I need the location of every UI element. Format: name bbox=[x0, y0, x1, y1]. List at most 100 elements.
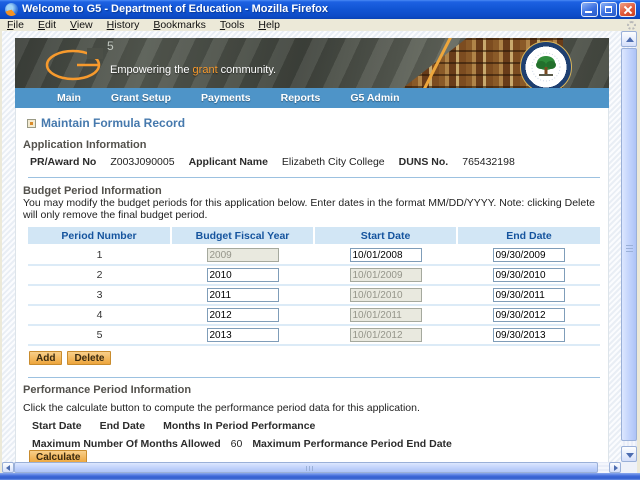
months-in-period-label: Months In Period Performance bbox=[163, 420, 316, 432]
nav-payments[interactable]: Payments bbox=[201, 92, 251, 104]
tagline: Empowering the grant community. bbox=[110, 64, 277, 76]
page-content: Maintain Formula Record Application Info… bbox=[15, 108, 609, 462]
table-row: 3 bbox=[28, 285, 600, 305]
start-date-input bbox=[349, 308, 422, 322]
menu-bookmarks[interactable]: Bookmarks bbox=[146, 19, 213, 31]
start-date-input[interactable] bbox=[349, 248, 422, 262]
restore-button[interactable] bbox=[600, 2, 617, 17]
nav-reports[interactable]: Reports bbox=[281, 92, 321, 104]
scrollbar-corner bbox=[621, 462, 637, 473]
start-date-label: Start Date bbox=[32, 420, 82, 432]
horizontal-scrollbar-thumb[interactable] bbox=[14, 462, 598, 473]
table-row: 4 bbox=[28, 305, 600, 325]
nav-grant-setup[interactable]: Grant Setup bbox=[111, 92, 171, 104]
budget-fiscal-year-input[interactable] bbox=[206, 308, 279, 322]
period-number-cell: 5 bbox=[96, 329, 103, 341]
calculate-button[interactable]: Calculate bbox=[29, 450, 88, 462]
applicant-name-value: Elizabeth City College bbox=[281, 156, 385, 168]
menu-history[interactable]: History bbox=[100, 19, 147, 31]
vertical-scrollbar[interactable] bbox=[621, 31, 637, 462]
add-button[interactable]: Add bbox=[29, 351, 63, 365]
end-date-input[interactable] bbox=[492, 288, 565, 302]
scroll-up-button[interactable] bbox=[621, 31, 637, 47]
end-date-input-cell bbox=[457, 285, 600, 305]
end-date-input-cell bbox=[457, 245, 600, 265]
end-date-input[interactable] bbox=[492, 248, 565, 262]
col-budget-fiscal-year: Budget Fiscal Year bbox=[171, 227, 315, 245]
budget-period-table: Period Number Budget Fiscal Year Start D… bbox=[28, 227, 600, 346]
start-date-input-cell bbox=[314, 305, 457, 325]
section-divider bbox=[28, 177, 600, 178]
table-row: 2 bbox=[28, 265, 600, 285]
table-row: 1 bbox=[28, 245, 600, 265]
col-end-date: End Date bbox=[457, 227, 600, 245]
end-date-input[interactable] bbox=[492, 328, 565, 342]
menu-edit[interactable]: Edit bbox=[31, 19, 63, 31]
pr-award-label: PR/Award No bbox=[30, 156, 97, 168]
firefox-icon bbox=[5, 3, 18, 16]
throbber-icon bbox=[627, 20, 636, 30]
performance-instructions: Click the calculate button to compute th… bbox=[23, 402, 420, 414]
scroll-right-button[interactable] bbox=[609, 462, 621, 473]
budget-fiscal-year-input[interactable] bbox=[206, 268, 279, 282]
nav-bar: Main Grant Setup Payments Reports G5 Adm… bbox=[15, 88, 609, 108]
budget-fiscal-year-input-cell bbox=[171, 285, 314, 305]
applicant-name-label: Applicant Name bbox=[188, 156, 268, 168]
pr-award-value: Z003J090005 bbox=[110, 156, 175, 168]
period-number-cell: 3 bbox=[96, 289, 103, 301]
budget-fiscal-year-input[interactable] bbox=[206, 328, 279, 342]
scroll-down-button[interactable] bbox=[621, 446, 637, 462]
minimize-button[interactable] bbox=[581, 2, 598, 17]
window-bottom-border bbox=[0, 473, 640, 480]
menu-file[interactable]: File bbox=[0, 19, 31, 31]
start-date-input bbox=[349, 288, 422, 302]
start-date-input bbox=[349, 268, 422, 282]
delete-button[interactable]: Delete bbox=[67, 351, 112, 365]
period-number-cell: 1 bbox=[96, 249, 103, 261]
end-date-input[interactable] bbox=[492, 308, 565, 322]
nav-main[interactable]: Main bbox=[57, 92, 81, 104]
budget-fiscal-year-input-cell bbox=[171, 325, 314, 345]
title-bar: Welcome to G5 - Department of Education … bbox=[0, 0, 640, 19]
application-information-heading: Application Information bbox=[23, 139, 147, 151]
performance-labels-row: Start Date End Date Months In Period Per… bbox=[32, 420, 315, 432]
vertical-scrollbar-thumb[interactable] bbox=[621, 48, 637, 441]
g5-logo-icon bbox=[45, 48, 103, 81]
max-months-value: 60 bbox=[230, 438, 243, 450]
section-divider bbox=[28, 377, 600, 378]
end-date-input-cell bbox=[457, 325, 600, 345]
budget-buttons: Add Delete bbox=[29, 351, 112, 365]
horizontal-scrollbar[interactable] bbox=[2, 462, 621, 473]
period-number-cell: 2 bbox=[96, 269, 103, 281]
browser-window: Welcome to G5 - Department of Education … bbox=[0, 0, 640, 480]
page-viewport: 5 Empowering the grant community. Main G… bbox=[2, 31, 621, 462]
g5-logo-sup: 5 bbox=[107, 39, 114, 53]
duns-label: DUNS No. bbox=[398, 156, 449, 168]
department-of-education-seal-icon bbox=[520, 41, 572, 88]
performance-period-heading: Performance Period Information bbox=[23, 384, 192, 396]
menu-view[interactable]: View bbox=[63, 19, 100, 31]
menu-help[interactable]: Help bbox=[251, 19, 287, 31]
start-date-input-cell bbox=[314, 325, 457, 345]
close-button[interactable] bbox=[619, 2, 636, 17]
max-months-label: Maximum Number Of Months Allowed bbox=[32, 438, 221, 450]
page-title: Maintain Formula Record bbox=[27, 116, 185, 130]
col-period-number: Period Number bbox=[28, 227, 172, 245]
budget-instructions: You may modify the budget periods for th… bbox=[23, 197, 595, 221]
start-date-input bbox=[349, 328, 422, 342]
start-date-input-cell bbox=[314, 285, 457, 305]
budget-table-body: 1 2 3 4 5 bbox=[28, 245, 600, 345]
budget-fiscal-year-input[interactable] bbox=[206, 288, 279, 302]
max-months-row: Maximum Number Of Months Allowed 60 Maxi… bbox=[32, 438, 452, 450]
nav-g5-admin[interactable]: G5 Admin bbox=[350, 92, 399, 104]
scroll-left-button[interactable] bbox=[2, 462, 14, 473]
budget-fiscal-year-input-cell bbox=[171, 305, 314, 325]
menu-tools[interactable]: Tools bbox=[213, 19, 252, 31]
end-date-input[interactable] bbox=[492, 268, 565, 282]
max-end-date-label: Maximum Performance Period End Date bbox=[252, 438, 452, 450]
page-title-text: Maintain Formula Record bbox=[41, 116, 186, 130]
header-banner: 5 Empowering the grant community. bbox=[15, 38, 609, 88]
period-number-cell: 4 bbox=[96, 309, 103, 321]
menu-bar: File Edit View History Bookmarks Tools H… bbox=[0, 19, 640, 31]
start-date-input-cell bbox=[314, 265, 457, 285]
